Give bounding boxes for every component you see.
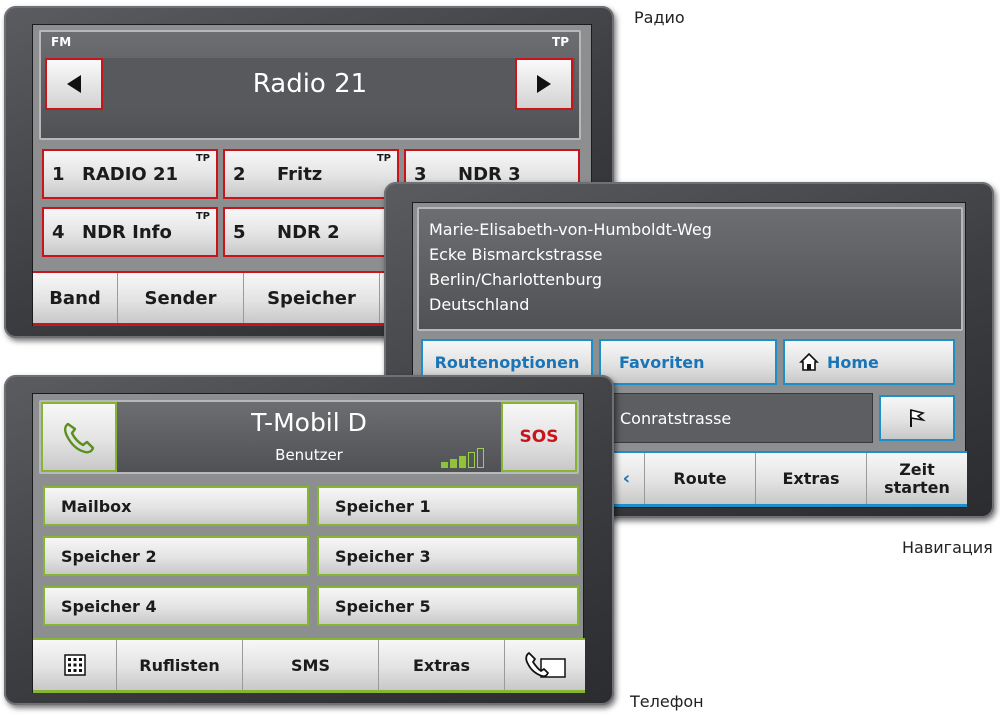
preset-5-label: NDR 2: [277, 221, 340, 243]
speed-dial-1[interactable]: Speicher 1: [317, 486, 579, 526]
next-street-label: Conratstrasse: [620, 408, 732, 428]
tab-phone-extras[interactable]: Extras: [379, 640, 505, 690]
arrow-right-icon: [537, 75, 551, 93]
caption-navigation: Навигация: [902, 538, 993, 557]
speed-dial-4[interactable]: Speicher 4: [43, 586, 309, 626]
phone-screen: T-Mobil D Benutzer SOS Mailbox Speicher …: [32, 393, 585, 693]
tab-speicher[interactable]: Speicher: [244, 273, 380, 323]
next-station-button[interactable]: [515, 58, 573, 110]
phone-hangup-icon: [525, 652, 566, 678]
previous-station-button[interactable]: [45, 58, 103, 110]
tab-sms[interactable]: SMS: [243, 640, 379, 690]
caption-radio: Радио: [634, 8, 685, 27]
phone-handset-icon: [64, 422, 95, 454]
call-button[interactable]: [41, 402, 117, 472]
speed-dial-2[interactable]: Speicher 2: [43, 536, 309, 576]
home-label: Home: [827, 352, 879, 372]
destination-address-display: Marie-Elisabeth-von-Humboldt-Weg Ecke Bi…: [417, 207, 963, 331]
tab-sender[interactable]: Sender: [118, 273, 244, 323]
tab-start-time[interactable]: Zeit starten: [867, 453, 967, 504]
speed-dial-3[interactable]: Speicher 3: [317, 536, 579, 576]
radio-station-display: FM TP Radio 21: [39, 30, 581, 140]
station-row: Radio 21: [45, 58, 575, 110]
preset-4-label: NDR Info: [82, 221, 172, 243]
preset-5-button[interactable]: 5 NDR 2: [223, 207, 399, 257]
band-indicator: FM: [51, 35, 72, 49]
tab-extras[interactable]: Extras: [756, 453, 867, 504]
tab-route[interactable]: Route: [645, 453, 756, 504]
next-street-display: Conratstrasse: [609, 393, 873, 443]
address-line-2: Ecke Bismarckstrasse: [429, 245, 603, 264]
destination-flag-icon: [910, 408, 926, 427]
favorites-label: Favoriten: [619, 352, 705, 372]
favorites-button[interactable]: Favoriten: [599, 339, 777, 385]
station-name: Radio 21: [252, 69, 368, 99]
tp-indicator: TP: [552, 35, 569, 49]
phone-bottom-bar: Ruflisten SMS Extras: [33, 638, 585, 693]
preset-1-button[interactable]: 1 RADIO 21 TP: [42, 149, 218, 199]
preset-4-button[interactable]: 4 NDR Info TP: [42, 207, 218, 257]
address-line-1: Marie-Elisabeth-von-Humboldt-Weg: [429, 220, 712, 239]
home-icon: [799, 352, 819, 371]
flag-button[interactable]: [879, 395, 955, 441]
arrow-icon: ‹: [622, 468, 631, 489]
phone-status-display: T-Mobil D Benutzer SOS: [39, 400, 579, 474]
speed-dial-mailbox[interactable]: Mailbox: [43, 486, 309, 526]
network-name: T-Mobil D: [251, 408, 367, 437]
navigation-bottom-bar: ‹ Route Extras Zeit starten: [609, 451, 967, 507]
keypad-icon: [63, 654, 86, 676]
preset-1-label: RADIO 21: [82, 163, 179, 185]
start-time-line-1: Zeit: [899, 459, 935, 479]
address-line-4: Deutschland: [429, 295, 530, 314]
phone-unit: T-Mobil D Benutzer SOS Mailbox Speicher …: [4, 375, 614, 705]
signal-strength-icon: [441, 446, 491, 468]
arrow-left-icon: [67, 75, 81, 93]
signal-bar-3: [459, 456, 466, 468]
home-button[interactable]: Home: [783, 339, 955, 385]
caption-phone: Телефон: [630, 692, 704, 711]
signal-bar-2: [450, 459, 457, 468]
speed-dial-5[interactable]: Speicher 5: [317, 586, 579, 626]
tab-band[interactable]: Band: [33, 273, 118, 323]
signal-bar-4: [468, 452, 475, 468]
tab-keypad[interactable]: [33, 640, 117, 690]
start-time-line-2: starten: [884, 477, 950, 497]
preset-2-label: Fritz: [277, 163, 323, 185]
address-line-3: Berlin/Charlottenburg: [429, 270, 603, 289]
tab-call-lists[interactable]: Ruflisten: [117, 640, 243, 690]
preset-2-button[interactable]: 2 Fritz TP: [223, 149, 399, 199]
tab-nav-hidden[interactable]: ‹: [609, 453, 645, 504]
signal-bar-1: [441, 462, 448, 468]
tab-hangup[interactable]: [505, 640, 585, 690]
sos-button[interactable]: SOS: [501, 402, 577, 472]
signal-bar-5: [477, 448, 484, 468]
